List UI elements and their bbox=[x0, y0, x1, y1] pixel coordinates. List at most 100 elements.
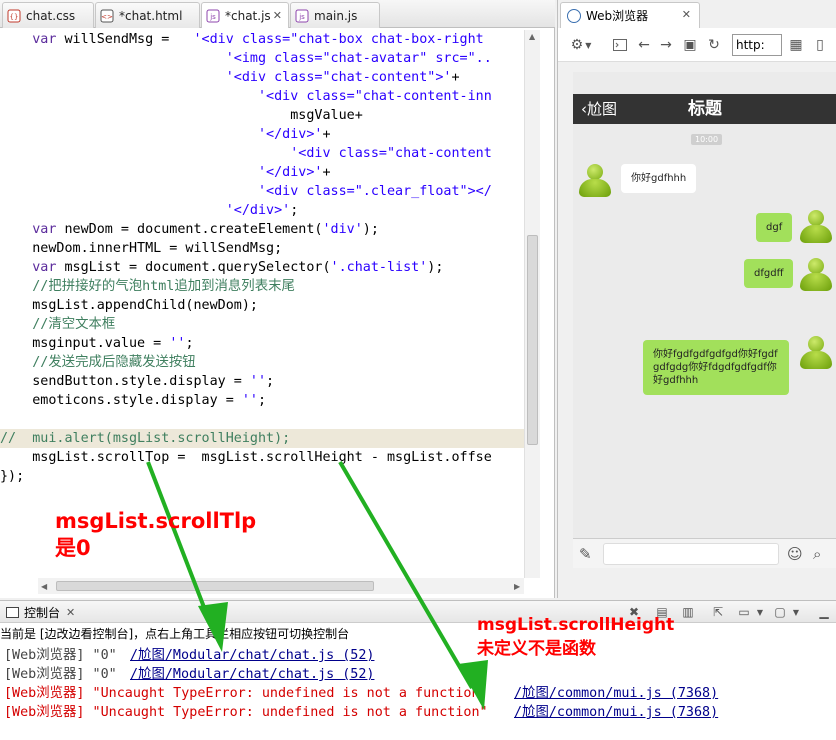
horizontal-scrollbar[interactable]: ◀ ▶ bbox=[38, 578, 524, 594]
scroll-up-icon[interactable]: ▲ bbox=[529, 32, 535, 41]
code-token: + bbox=[322, 127, 331, 142]
code-token: '.chat-list' bbox=[330, 260, 428, 275]
code-line: msgValue+ bbox=[0, 106, 524, 125]
gear-icon[interactable]: ⚙ ▼ bbox=[568, 36, 594, 54]
phone-title: 标题 bbox=[688, 99, 722, 119]
code-line: '</div>'; bbox=[0, 201, 524, 220]
code-line: '<div class="chat-content bbox=[0, 144, 524, 163]
code-line: '<div class=".clear_float"></ bbox=[0, 182, 524, 201]
qr-code-icon[interactable]: ▦ bbox=[788, 36, 804, 54]
tab-chat-css[interactable]: {} chat.css bbox=[2, 2, 94, 28]
annotation-scrollheight: msgList.scrollHeight 未定义不是函数 bbox=[477, 615, 675, 659]
code-token: }); bbox=[0, 469, 25, 484]
terminal-icon[interactable] bbox=[612, 36, 628, 54]
source-link[interactable]: /尬图/Modular/chat/chat.js (52) bbox=[130, 665, 374, 684]
mobile-device-icon[interactable]: ▯ bbox=[812, 36, 828, 54]
tab-label: *chat.html bbox=[119, 8, 183, 23]
source-link[interactable]: /尬图/common/mui.js (7368) bbox=[514, 703, 718, 722]
code-token: willSendMsg = bbox=[56, 32, 194, 47]
minimize-icon[interactable]: ▁ bbox=[816, 604, 832, 620]
display-console-icon[interactable]: ▭ bbox=[736, 604, 752, 620]
search-icon[interactable]: ⌕ bbox=[813, 545, 821, 563]
code-token: '<div class="chat-content bbox=[290, 146, 492, 161]
code-line: msginput.value = ''; bbox=[0, 334, 524, 353]
code-token: '' bbox=[241, 393, 258, 408]
tab-label: chat.css bbox=[26, 8, 76, 23]
code-line: //清空文本框 bbox=[0, 315, 524, 334]
code-line: msgList.scrollTop = msgList.scrollHeight… bbox=[0, 448, 524, 467]
console-header: 控制台 ✕ ✖ ▤ ▥ ⇱ ▭ ▼ ▢ ▼ ▁ bbox=[0, 601, 836, 623]
tab-chat-js[interactable]: js *chat.js ✕ bbox=[201, 2, 289, 28]
time-stamp: 10:00 bbox=[691, 134, 723, 145]
code-token: ; bbox=[290, 203, 299, 218]
code-token: + bbox=[451, 70, 460, 85]
tab-web-browser[interactable]: Web浏览器 ✕ bbox=[560, 2, 700, 28]
code-token: var bbox=[32, 32, 57, 47]
back-arrow-icon[interactable]: ← bbox=[636, 36, 652, 54]
browser-toolbar: ⚙ ▼ ← → ▣ ↻ http: ▦ ▯ bbox=[558, 28, 836, 62]
scroll-right-icon[interactable]: ▶ bbox=[514, 582, 520, 591]
code-editor[interactable]: var willSendMsg = '<div class="chat-box … bbox=[0, 30, 524, 578]
console-tab-label: 控制台 bbox=[24, 605, 61, 620]
code-line: '</div>'+ bbox=[0, 125, 524, 144]
url-input[interactable]: http: bbox=[732, 34, 782, 56]
chat-bubble-left: 你好gdfhhh bbox=[621, 164, 697, 193]
stop-icon[interactable]: ▣ bbox=[682, 36, 698, 54]
code-token: ; bbox=[257, 393, 267, 408]
tab-chat-html[interactable]: <> *chat.html bbox=[95, 2, 200, 28]
close-icon[interactable]: ✕ bbox=[682, 8, 691, 21]
tab-label: main.js bbox=[314, 8, 358, 23]
chevron-down-icon[interactable]: ▼ bbox=[788, 604, 804, 620]
refresh-icon[interactable]: ↻ bbox=[706, 36, 722, 54]
source-link[interactable]: /尬图/Modular/chat/chat.js (52) bbox=[130, 646, 374, 665]
close-tab-icon[interactable]: ✕ bbox=[273, 9, 282, 22]
message-input[interactable] bbox=[603, 543, 779, 565]
code-token: '<div class="chat-content-inn bbox=[257, 89, 492, 104]
tab-label: *chat.js bbox=[225, 8, 271, 23]
scroll-left-icon[interactable]: ◀ bbox=[41, 582, 47, 591]
avatar bbox=[799, 210, 833, 244]
palette-icon[interactable]: ✎ bbox=[579, 545, 592, 563]
code-line: emoticons.style.display = ''; bbox=[0, 391, 524, 410]
tab-main-js[interactable]: js main.js bbox=[290, 2, 380, 28]
chat-list[interactable]: 10:00 你好gdfhhh dgf dfgdff 你好fgdfgdfgdfgd… bbox=[573, 124, 836, 536]
forward-arrow-icon[interactable]: → bbox=[658, 36, 674, 54]
tab-console[interactable]: 控制台 ✕ bbox=[2, 602, 79, 622]
code-line: newDom.innerHTML = willSendMsg; bbox=[0, 239, 524, 258]
code-line: var newDom = document.createElement('div… bbox=[0, 220, 524, 239]
globe-icon bbox=[567, 8, 581, 23]
emoticon-icon[interactable]: ☺ bbox=[787, 545, 803, 563]
code-token: '</div>' bbox=[257, 127, 323, 142]
code-line: '<div class="chat-content-inn bbox=[0, 87, 524, 106]
vertical-scroll-thumb[interactable] bbox=[527, 235, 538, 445]
code-token: ; bbox=[185, 336, 194, 351]
console-icon bbox=[6, 606, 19, 618]
code-token: msgList = document.querySelector( bbox=[56, 260, 331, 275]
word-wrap-icon[interactable]: ▥ bbox=[680, 604, 696, 620]
code-token: newDom = document.createElement( bbox=[56, 222, 323, 237]
code-line: //发送完成后隐藏发送按钮 bbox=[0, 353, 524, 372]
open-console-icon[interactable]: ▢ bbox=[772, 604, 788, 620]
code-token: ; bbox=[266, 374, 275, 389]
close-icon[interactable]: ✕ bbox=[66, 606, 75, 619]
code-line: var msgList = document.querySelector('.c… bbox=[0, 258, 524, 277]
code-token: '</div>' bbox=[225, 203, 291, 218]
code-line: '</div>'+ bbox=[0, 163, 524, 182]
chevron-down-icon[interactable]: ▼ bbox=[752, 604, 768, 620]
pin-console-icon[interactable]: ⇱ bbox=[710, 604, 726, 620]
svg-text:js: js bbox=[209, 13, 216, 21]
js-file-icon: js bbox=[206, 9, 220, 23]
horizontal-scroll-thumb[interactable] bbox=[56, 581, 374, 591]
vertical-scrollbar[interactable]: ▲ bbox=[524, 30, 540, 578]
chat-bubble-right: dgf bbox=[756, 213, 793, 242]
source-link[interactable]: /尬图/common/mui.js (7368) bbox=[514, 684, 718, 703]
code-token: + bbox=[322, 165, 331, 180]
code-token: //把拼接好的气泡html追加到消息列表末尾 bbox=[32, 279, 295, 294]
